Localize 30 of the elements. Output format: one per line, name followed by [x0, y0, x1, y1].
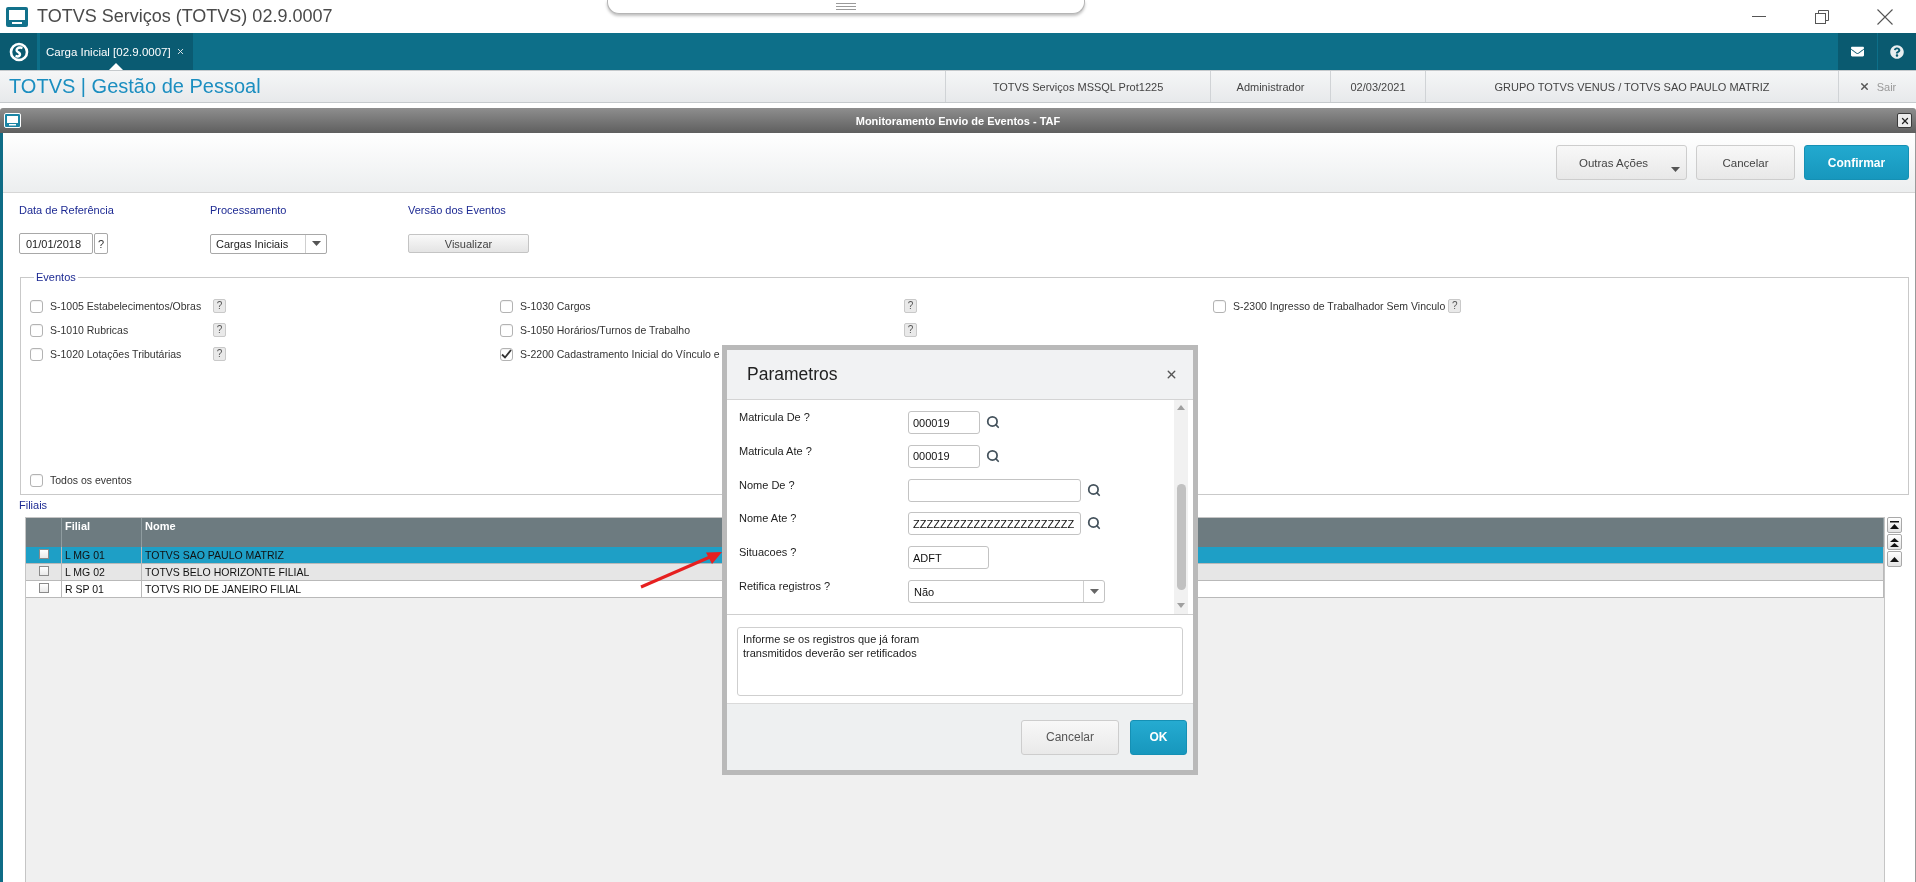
session-info: TOTVS Serviços MSSQL Prot1225	[945, 71, 1210, 102]
checkbox-label: S-1005 Estabelecimentos/Obras	[50, 300, 203, 312]
field-label: Matricula Ate ?	[739, 444, 813, 457]
dialog-title: Parametros	[747, 364, 838, 385]
session-info: Administrador	[1210, 71, 1330, 102]
field-label: Processamento	[210, 203, 287, 217]
group-title: Eventos	[35, 270, 77, 284]
table-cell: L MG 02	[62, 564, 142, 580]
checkbox-label: Todos os eventos	[50, 474, 132, 486]
field-label: Matricula De ?	[739, 411, 811, 423]
session-info: 02/03/2021	[1330, 71, 1425, 102]
field-label: Data de Referência	[19, 203, 114, 217]
checkbox-label: S-1030 Cargos	[520, 300, 592, 312]
checkbox-label: S-2200 Cadastramento Inicial do Vínculo e	[520, 348, 721, 360]
checkbox-label: S-1050 Horários/Turnos de Trabalho	[520, 324, 692, 336]
field-label: Situacoes ?	[739, 546, 798, 559]
checkbox-label: S-1020 Lotações Tributárias	[50, 348, 183, 360]
window-title: Monitoramento Envio de Eventos - TAF	[854, 114, 1062, 127]
help-text-area: Informe se os registros que já foram transmitidos deverão ser retificados	[737, 627, 1183, 696]
app-title: TOTVS | Gestão de Pessoal	[9, 75, 261, 98]
window-title: TOTVS Serviços (TOTVS) 02.9.0007	[37, 6, 333, 27]
table-cell: R SP 01	[62, 581, 142, 597]
checkbox-label: S-2300 Ingresso de Trabalhador Sem Vinculo	[1233, 300, 1446, 312]
checkbox-label: S-1010 Rubricas	[50, 324, 130, 336]
field-label: Versão dos Eventos	[408, 203, 506, 217]
section-title: Filiais	[19, 498, 48, 512]
session-info: GRUPO TOTVS VENUS / TOTVS SAO PAULO MATRIZ	[1425, 71, 1838, 102]
table-cell: L MG 01	[62, 547, 142, 563]
field-label: Nome De ?	[739, 478, 796, 491]
field-label: Retifica registros ?	[739, 580, 832, 593]
